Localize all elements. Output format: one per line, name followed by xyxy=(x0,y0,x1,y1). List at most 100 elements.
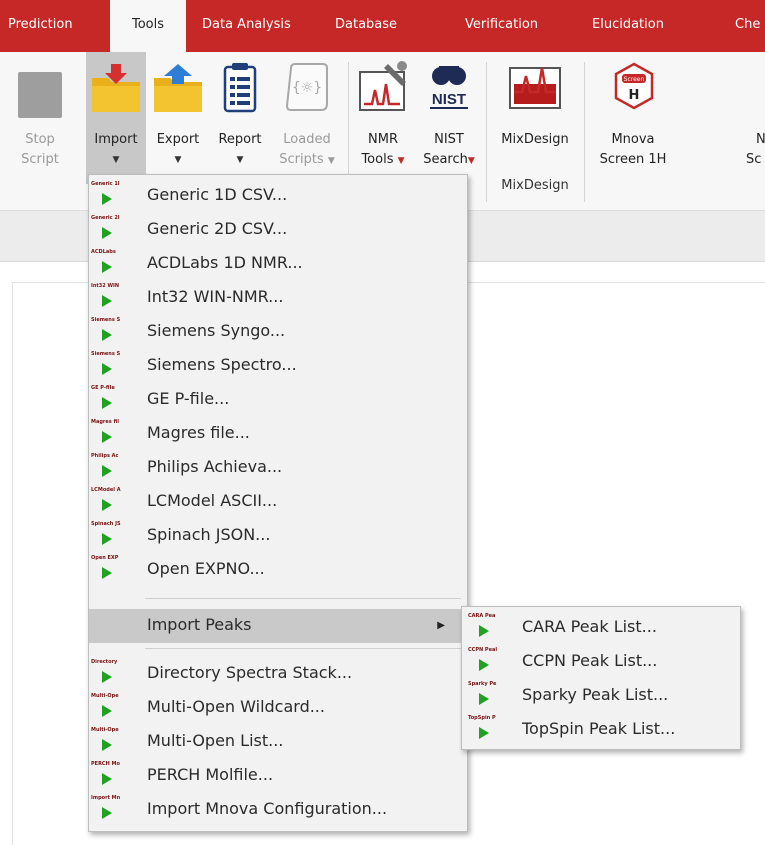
mnova-screen-label-2: Screen 1H xyxy=(599,152,667,167)
nist-search-label-2: Search▼ xyxy=(423,152,475,167)
next-screen-label-1: N xyxy=(756,132,765,147)
open-expno-icon: Open EXP xyxy=(91,555,123,585)
export-button[interactable]: Export ▼ xyxy=(148,52,208,184)
menu-separator xyxy=(145,648,461,649)
tab-prediction[interactable]: Prediction xyxy=(8,0,73,52)
mnova-screen-1h-button[interactable]: Screen H Mnova Screen 1H xyxy=(588,52,678,172)
nist-icon: NIST xyxy=(430,66,468,109)
menu-item-open-expno[interactable]: Open EXP Open EXPNO... xyxy=(89,553,467,587)
tab-database[interactable]: Database xyxy=(335,0,397,52)
menu-item-siemens-spectro[interactable]: Siemens S Siemens Spectro... xyxy=(89,349,467,383)
nmr-tools-icon xyxy=(359,61,407,111)
menu-item-generic-1d-csv[interactable]: Generic 1I Generic 1D CSV... xyxy=(89,179,467,213)
menu-item-import-mnova-configuration[interactable]: Import Mn Import Mnova Configuration... xyxy=(89,793,467,827)
svg-text:H: H xyxy=(629,88,640,103)
perch-molfile-icon: PERCH Mo xyxy=(91,761,123,791)
menu-item-acdlabs-1d-nmr[interactable]: ACDLabs ACDLabs 1D NMR... xyxy=(89,247,467,281)
submenu-arrow-icon: ▶ xyxy=(437,620,445,631)
mixdesign-group-label: MixDesign xyxy=(501,178,569,193)
import-button[interactable]: Import ▼ xyxy=(86,52,146,184)
mixdesign-button[interactable]: MixDesign xyxy=(490,52,580,172)
siemens-spectro-icon: Siemens S xyxy=(91,351,123,381)
menu-separator xyxy=(145,598,461,599)
tab-tools[interactable]: Tools xyxy=(110,0,186,52)
report-icon xyxy=(223,63,257,113)
nist-search-label-1: NIST xyxy=(434,132,464,147)
tab-che[interactable]: Che xyxy=(735,0,760,52)
menu-item-multi-open-list[interactable]: Multi-Ope Multi-Open List... xyxy=(89,725,467,759)
lcmodel-ascii-icon: LCModel A xyxy=(91,487,123,517)
menu-item-siemens-syngo[interactable]: Siemens S Siemens Syngo... xyxy=(89,315,467,349)
import-label: Import xyxy=(94,132,138,147)
nmr-tools-caret-icon: ▼ xyxy=(397,156,405,166)
report-label: Report xyxy=(218,132,262,147)
loaded-scripts-caret-icon: ▼ xyxy=(327,156,335,166)
spinach-json-icon: Spinach JS xyxy=(91,521,123,551)
mnova-screen-label-1: Mnova xyxy=(611,132,655,147)
folder-export-icon xyxy=(154,64,202,112)
ribbon-separator xyxy=(486,62,487,202)
magres-file-icon: Magres fil xyxy=(91,419,123,449)
submenu-item-topspin-peak-list[interactable]: TopSpin P TopSpin Peak List... xyxy=(462,713,740,747)
menu-item-spinach-json[interactable]: Spinach JS Spinach JSON... xyxy=(89,519,467,553)
next-screen-button-partial[interactable]: N Sc xyxy=(746,52,765,172)
loaded-scripts-label-1: Loaded xyxy=(283,132,331,147)
loaded-scripts-label-2: Scripts ▼ xyxy=(279,152,335,167)
nmr-tools-button[interactable]: NMR Tools ▼ xyxy=(352,52,414,184)
menu-item-perch-molfile[interactable]: PERCH Mo PERCH Molfile... xyxy=(89,759,467,793)
nmr-tools-label-1: NMR xyxy=(368,132,398,147)
directory-spectra-stack-icon: Directory xyxy=(91,659,123,689)
import-caret-icon: ▼ xyxy=(112,155,120,165)
next-screen-label-2: Sc xyxy=(746,152,762,167)
generic-1d-csv-icon: Generic 1I xyxy=(91,181,123,211)
stop-script-label-1: Stop xyxy=(25,132,55,147)
menu-item-philips-achieva[interactable]: Philips Ac Philips Achieva... xyxy=(89,451,467,485)
topspin-peak-list-icon: TopSpin P xyxy=(468,715,500,745)
svg-text:{☼}: {☼} xyxy=(292,80,322,96)
menu-item-generic-2d-csv[interactable]: Generic 2I Generic 2D CSV... xyxy=(89,213,467,247)
screen-badge-text: Screen xyxy=(624,76,645,83)
tab-elucidation[interactable]: Elucidation xyxy=(592,0,664,52)
loaded-scripts-button[interactable]: {☼} Loaded Scripts ▼ xyxy=(270,52,344,184)
menu-item-lcmodel-ascii[interactable]: LCModel A LCModel ASCII... xyxy=(89,485,467,519)
ccpn-peak-list-icon: CCPN Peal xyxy=(468,647,500,677)
mixdesign-label: MixDesign xyxy=(501,132,569,147)
acdlabs-icon: ACDLabs xyxy=(91,249,123,279)
report-caret-icon: ▼ xyxy=(236,155,244,165)
ge-p-file-icon: GE P-file xyxy=(91,385,123,415)
menu-item-import-peaks[interactable]: Import Peaks ▶ xyxy=(89,609,467,643)
script-icon: {☼} xyxy=(285,63,328,111)
screen-icon: Screen H xyxy=(614,62,654,110)
tab-verification[interactable]: Verification xyxy=(465,0,538,52)
nist-badge-text: NIST xyxy=(432,91,466,108)
tab-data-analysis[interactable]: Data Analysis xyxy=(202,0,291,52)
menu-item-multi-open-wildcard[interactable]: Multi-Ope Multi-Open Wildcard... xyxy=(89,691,467,725)
menu-item-magres-file[interactable]: Magres fil Magres file... xyxy=(89,417,467,451)
import-menu: Generic 1I Generic 1D CSV... Generic 2I … xyxy=(88,174,468,832)
export-label: Export xyxy=(156,132,200,147)
nist-search-button[interactable]: NIST NIST Search▼ xyxy=(416,52,482,184)
stop-script-label-2: Script xyxy=(21,152,59,167)
siemens-syngo-icon: Siemens S xyxy=(91,317,123,347)
int32-win-nmr-icon: Int32 WIN xyxy=(91,283,123,313)
submenu-item-cara-peak-list[interactable]: CARA Pea CARA Peak List... xyxy=(462,611,740,645)
menu-item-int32-win-nmr[interactable]: Int32 WIN Int32 WIN-NMR... xyxy=(89,281,467,315)
nmr-tools-label-2: Tools ▼ xyxy=(361,152,405,167)
multi-open-wildcard-icon: Multi-Ope xyxy=(91,693,123,723)
report-button[interactable]: Report ▼ xyxy=(210,52,270,184)
multi-open-list-icon: Multi-Ope xyxy=(91,727,123,757)
ribbon-tab-bar: Prediction Tools Data Analysis Database … xyxy=(0,0,765,52)
stop-script-button[interactable]: Stop Script xyxy=(0,52,80,172)
ribbon-separator xyxy=(584,62,585,202)
generic-2d-csv-icon: Generic 2I xyxy=(91,215,123,245)
cara-peak-list-icon: CARA Pea xyxy=(468,613,500,643)
folder-import-icon xyxy=(92,64,140,112)
submenu-item-ccpn-peak-list[interactable]: CCPN Peal CCPN Peak List... xyxy=(462,645,740,679)
menu-item-ge-p-file[interactable]: GE P-file GE P-file... xyxy=(89,383,467,417)
philips-achieva-icon: Philips Ac xyxy=(91,453,123,483)
mixdesign-icon xyxy=(509,67,561,109)
export-caret-icon: ▼ xyxy=(174,155,182,165)
sparky-peak-list-icon: Sparky Pe xyxy=(468,681,500,711)
menu-item-directory-spectra-stack[interactable]: Directory Directory Spectra Stack... xyxy=(89,657,467,691)
submenu-item-sparky-peak-list[interactable]: Sparky Pe Sparky Peak List... xyxy=(462,679,740,713)
